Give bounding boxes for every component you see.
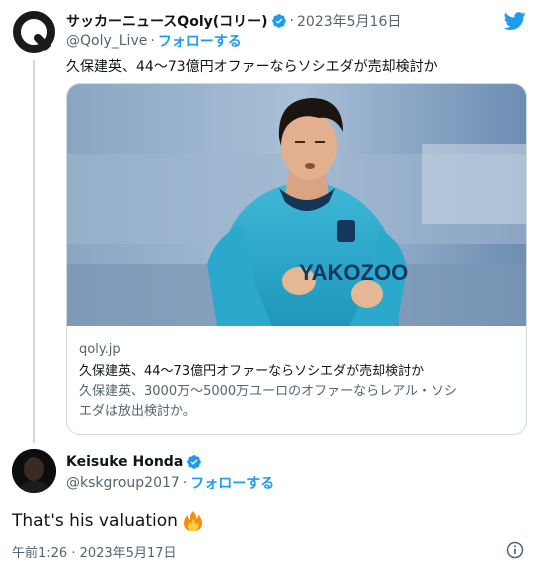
honda-avatar-photo (12, 449, 56, 493)
card-domain: qoly.jp (79, 342, 121, 357)
quoted-tweet-text: 久保建英、44〜73億円オファーならソシエダが売却検討か (66, 59, 438, 75)
verified-badge-icon (187, 455, 202, 469)
info-icon[interactable] (506, 541, 524, 559)
handle-separator: · (150, 33, 155, 49)
header-separator: · (289, 13, 294, 29)
follow-button[interactable]: フォローする (190, 473, 274, 493)
reply-handle[interactable]: @kskgroup2017 (66, 475, 180, 491)
fire-emoji (183, 511, 202, 531)
handle-separator: · (182, 475, 188, 491)
reply-author-name[interactable]: Keisuke Honda (66, 454, 183, 470)
card-body: qoly.jp 久保建英、44〜73億円オファーならソシエダが売却検討か 久保建… (79, 341, 514, 422)
card-description-line2: エダは放出検討か。 (79, 404, 196, 419)
reply-handle-row: @kskgroup2017 · フォローする (66, 474, 274, 492)
quoted-handle-row: @Qoly_Live · フォローする (66, 32, 242, 50)
card-description-line1: 久保建英、3000万〜5000万ユーロのオファーならレアル・ソシ (79, 384, 458, 399)
player-photo: YAKOZOO (67, 84, 526, 326)
qoly-logo-icon (13, 11, 55, 54)
twitter-logo-icon[interactable] (504, 10, 526, 32)
quoted-author-name[interactable]: サッカーニュースQoly(コリー) (66, 11, 268, 31)
quoted-tweet-header: サッカーニュースQoly(コリー) · 2023年5月16日 (66, 11, 526, 31)
jersey-sponsor-text: YAKOZOO (299, 260, 408, 285)
link-card[interactable]: YAKOZOO qoly.jp 久保建英、44〜73億円オファーならソシエダが売… (66, 83, 527, 435)
honda-avatar[interactable] (12, 449, 56, 493)
follow-button[interactable]: フォローする (158, 31, 242, 51)
verified-badge-icon (271, 14, 286, 28)
card-image[interactable]: YAKOZOO (67, 84, 526, 326)
reply-header: Keisuke Honda (66, 452, 202, 472)
reply-text-content: That's his valuation (12, 511, 178, 531)
thread-connector-line (33, 60, 35, 443)
reply-tweet-text: That's his valuation (12, 510, 203, 532)
qoly-avatar[interactable] (12, 10, 56, 54)
quoted-date[interactable]: 2023年5月16日 (297, 11, 401, 31)
reply-timestamp[interactable]: 午前1:26 · 2023年5月17日 (12, 542, 177, 561)
card-title: 久保建英、44〜73億円オファーならソシエダが売却検討か (79, 364, 425, 379)
quoted-handle[interactable]: @Qoly_Live (66, 33, 147, 49)
